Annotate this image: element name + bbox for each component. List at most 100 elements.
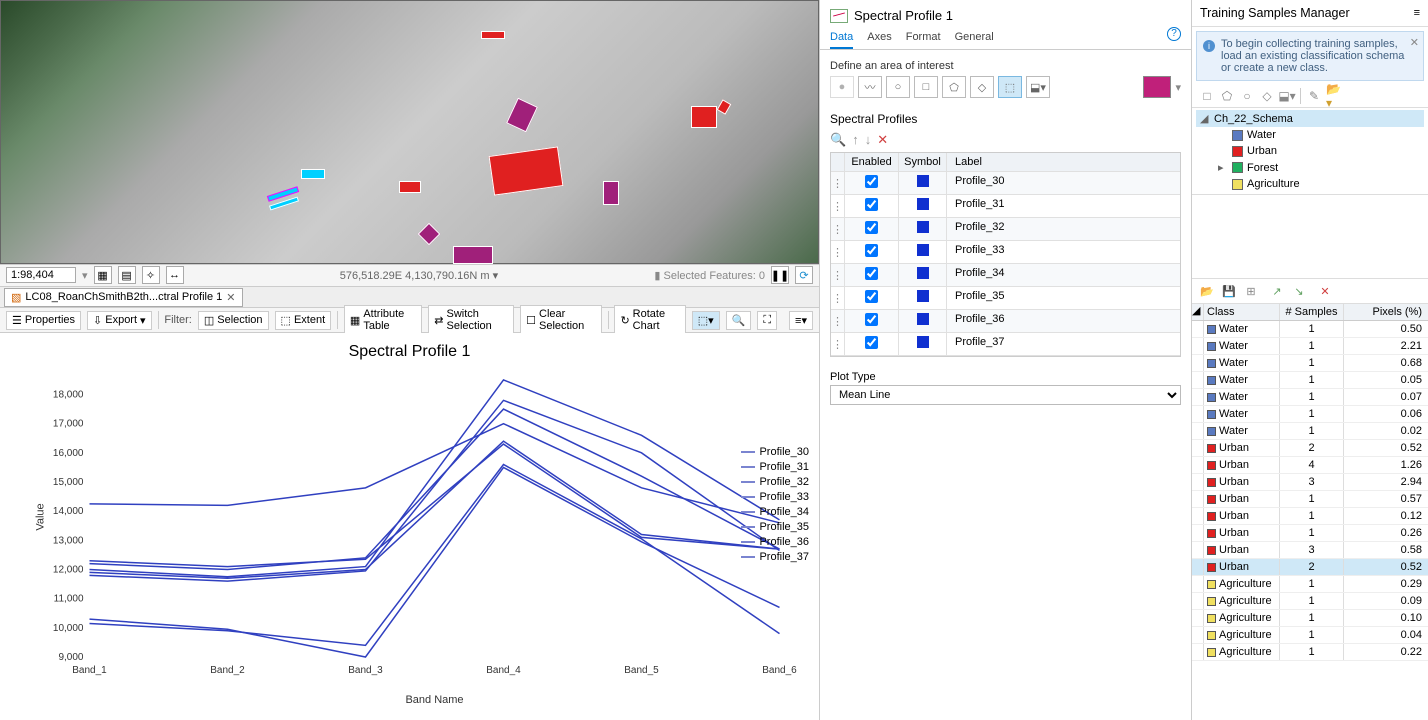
sample-row[interactable]: Water 1 0.02 xyxy=(1192,423,1428,440)
move-up-icon[interactable]: ↑ xyxy=(852,132,859,148)
drag-handle-icon[interactable]: ⋮ xyxy=(831,310,845,332)
layer-tool[interactable]: ⬓▾ xyxy=(1026,76,1050,98)
line-tool[interactable]: 〰 xyxy=(858,76,882,98)
add-icon[interactable]: ⊞ xyxy=(1242,282,1260,300)
close-icon[interactable]: ✕ xyxy=(1410,36,1419,49)
drag-handle-icon[interactable]: ⋮ xyxy=(831,287,845,309)
circle-shape-icon[interactable]: ○ xyxy=(1238,87,1256,105)
profile-row[interactable]: ⋮ Profile_35 xyxy=(831,287,1180,310)
drag-handle-icon[interactable]: ⋮ xyxy=(831,333,845,355)
grid-icon[interactable]: ▦ xyxy=(94,266,112,284)
profile-row[interactable]: ⋮ Profile_34 xyxy=(831,264,1180,287)
sample-row[interactable]: Water 1 0.50 xyxy=(1192,321,1428,338)
sample-row[interactable]: Urban 3 0.58 xyxy=(1192,542,1428,559)
tab-general[interactable]: General xyxy=(955,27,994,49)
training-polygon[interactable] xyxy=(418,223,441,246)
profile-symbol[interactable] xyxy=(899,333,947,355)
profile-symbol[interactable] xyxy=(899,195,947,217)
profile-checkbox[interactable] xyxy=(865,313,878,326)
class-node[interactable]: Urban xyxy=(1196,143,1424,159)
attribute-table-button[interactable]: ▦ Attribute Table xyxy=(344,305,422,335)
zoom-icon[interactable]: 🔍 xyxy=(726,311,752,330)
training-polygon[interactable] xyxy=(453,246,493,264)
polygon-tool[interactable]: ⬠ xyxy=(942,76,966,98)
training-polygon[interactable] xyxy=(399,181,421,193)
properties-button[interactable]: ☰ Properties xyxy=(6,311,81,330)
class-node[interactable]: Water xyxy=(1196,127,1424,143)
training-polygon[interactable] xyxy=(717,99,732,114)
drag-handle-icon[interactable]: ⋮ xyxy=(831,218,845,240)
profile-row[interactable]: ⋮ Profile_33 xyxy=(831,241,1180,264)
profile-symbol[interactable] xyxy=(899,310,947,332)
search-icon[interactable]: 🔍 xyxy=(830,132,846,148)
sample-row[interactable]: Water 1 2.21 xyxy=(1192,338,1428,355)
open-folder-icon[interactable]: 📂▾ xyxy=(1325,87,1343,105)
profile-checkbox[interactable] xyxy=(865,336,878,349)
freehand-tool[interactable]: ◇ xyxy=(970,76,994,98)
profile-checkbox[interactable] xyxy=(865,244,878,257)
profile-row[interactable]: ⋮ Profile_31 xyxy=(831,195,1180,218)
sample-row[interactable]: Water 1 0.06 xyxy=(1192,406,1428,423)
measure-icon[interactable]: ↔ xyxy=(166,266,184,284)
move-down-icon[interactable]: ↓ xyxy=(865,132,872,148)
training-polygon[interactable] xyxy=(506,98,538,133)
sample-row[interactable]: Urban 4 1.26 xyxy=(1192,457,1428,474)
sample-row[interactable]: Agriculture 1 0.29 xyxy=(1192,576,1428,593)
delete-sample-icon[interactable]: ✕ xyxy=(1316,282,1334,300)
rectangle-tool[interactable]: □ xyxy=(914,76,938,98)
help-icon[interactable]: ? xyxy=(1167,27,1181,41)
snap-icon[interactable]: ✧ xyxy=(142,266,160,284)
lasso-shape-icon[interactable]: ◇ xyxy=(1258,87,1276,105)
collapse-icon[interactable]: ◢ xyxy=(1200,112,1210,125)
profile-label[interactable]: Profile_34 xyxy=(947,264,1180,286)
profile-checkbox[interactable] xyxy=(865,290,878,303)
profile-label[interactable]: Profile_30 xyxy=(947,172,1180,194)
dropdown-icon[interactable]: ▾ xyxy=(1175,81,1181,94)
switch-selection-button[interactable]: ⇄ Switch Selection xyxy=(428,305,514,335)
rect-shape-icon[interactable]: □ xyxy=(1198,87,1216,105)
filter-extent-button[interactable]: ⬚ Extent xyxy=(275,311,332,330)
col-class[interactable]: Class xyxy=(1204,304,1280,320)
poly-shape-icon[interactable]: ⬠ xyxy=(1218,87,1236,105)
profile-checkbox[interactable] xyxy=(865,198,878,211)
full-extent-icon[interactable]: ⛶ xyxy=(757,311,777,330)
training-polygon[interactable] xyxy=(691,106,717,128)
export-button[interactable]: ⇩ Export ▾ xyxy=(87,311,152,330)
profile-symbol[interactable] xyxy=(899,218,947,240)
tab-data[interactable]: Data xyxy=(830,27,853,49)
profile-symbol[interactable] xyxy=(899,264,947,286)
profile-symbol[interactable] xyxy=(899,241,947,263)
profile-symbol[interactable] xyxy=(899,172,947,194)
class-node[interactable]: ▸ Forest xyxy=(1196,159,1424,176)
schema-root[interactable]: ◢ Ch_22_Schema xyxy=(1196,110,1424,127)
profile-row[interactable]: ⋮ Profile_37 xyxy=(831,333,1180,356)
map-canvas[interactable] xyxy=(0,0,819,264)
spectral-chart[interactable]: 9,00010,00011,00012,00013,00014,00015,00… xyxy=(10,367,809,707)
point-tool[interactable]: ● xyxy=(830,76,854,98)
sample-row[interactable]: Urban 3 2.94 xyxy=(1192,474,1428,491)
profile-label[interactable]: Profile_33 xyxy=(947,241,1180,263)
drag-handle-icon[interactable]: ⋮ xyxy=(831,195,845,217)
chart-tab[interactable]: ▧ LC08_RoanChSmithB2th...ctral Profile 1… xyxy=(4,288,243,307)
rotate-chart-button[interactable]: ↻ Rotate Chart xyxy=(614,305,685,335)
sample-row[interactable]: Water 1 0.07 xyxy=(1192,389,1428,406)
sample-row[interactable]: Agriculture 1 0.09 xyxy=(1192,593,1428,610)
expand-icon[interactable]: ▸ xyxy=(1218,161,1228,174)
sample-row[interactable]: Agriculture 1 0.04 xyxy=(1192,627,1428,644)
sample-row[interactable]: Urban 2 0.52 xyxy=(1192,559,1428,576)
profile-checkbox[interactable] xyxy=(865,267,878,280)
clear-selection-button[interactable]: ☐ Clear Selection xyxy=(520,305,602,335)
tab-axes[interactable]: Axes xyxy=(867,27,891,49)
merge-icon[interactable]: ↗ xyxy=(1268,282,1286,300)
training-polygon[interactable] xyxy=(481,31,505,39)
class-node[interactable]: Agriculture xyxy=(1196,176,1424,192)
sample-row[interactable]: Urban 2 0.52 xyxy=(1192,440,1428,457)
training-polygon[interactable] xyxy=(603,181,619,205)
sample-row[interactable]: Urban 1 0.57 xyxy=(1192,491,1428,508)
training-polygon[interactable] xyxy=(301,169,325,179)
profile-label[interactable]: Profile_32 xyxy=(947,218,1180,240)
sample-row[interactable]: Urban 1 0.26 xyxy=(1192,525,1428,542)
color-picker[interactable] xyxy=(1143,76,1171,98)
drag-handle-icon[interactable]: ⋮ xyxy=(831,172,845,194)
profile-row[interactable]: ⋮ Profile_32 xyxy=(831,218,1180,241)
